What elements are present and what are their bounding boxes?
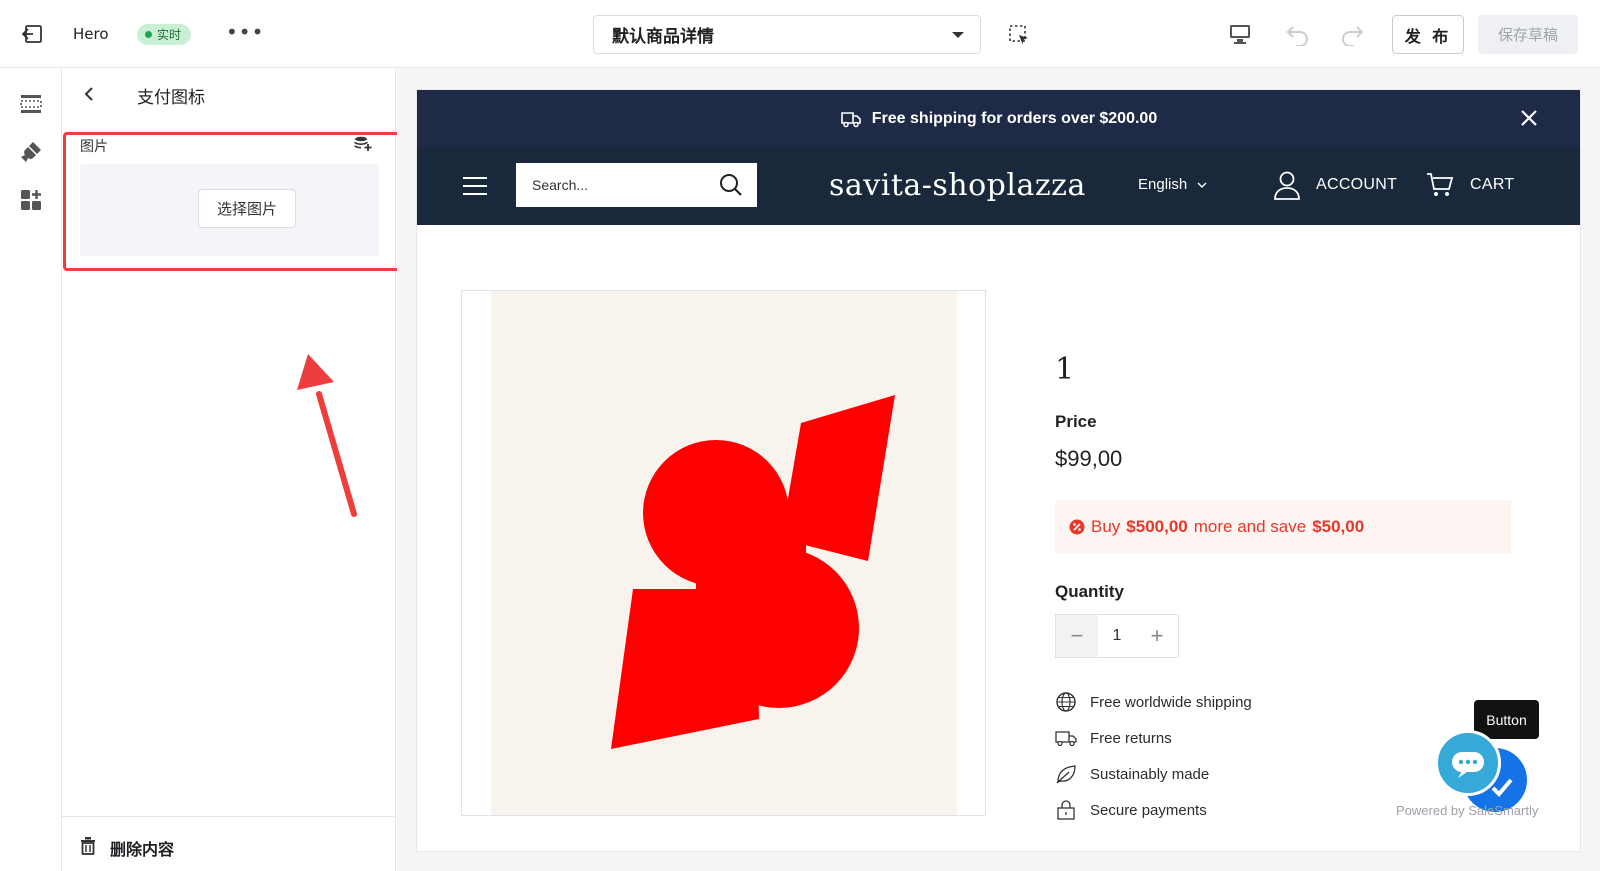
- truck-icon: [1055, 731, 1077, 747]
- quantity-label: Quantity: [1055, 582, 1124, 601]
- back-arrow-icon[interactable]: [82, 85, 98, 103]
- cart-link[interactable]: CART: [1426, 172, 1514, 198]
- product-image[interactable]: [491, 291, 957, 815]
- discount-badge-icon: [1069, 519, 1085, 534]
- store-header: savita-shoplazza English ACCOUNT: [417, 147, 1580, 225]
- save-draft-button[interactable]: 保存草稿: [1478, 15, 1578, 54]
- feature-label: Free returns: [1090, 729, 1172, 747]
- status-badge-label: 实时: [157, 28, 182, 42]
- menu-icon[interactable]: [462, 176, 488, 196]
- preview-canvas: Free shipping for orders over $200.00 sa…: [397, 68, 1600, 871]
- panel-title: 支付图标: [137, 88, 205, 108]
- exit-editor-icon[interactable]: [22, 24, 44, 44]
- language-selector[interactable]: English: [1138, 176, 1207, 193]
- promo-banner: Buy $500,00 more and save $50,00: [1055, 500, 1511, 553]
- feature-label: Secure payments: [1090, 801, 1207, 819]
- list-item: Free returns: [1055, 720, 1252, 756]
- top-toolbar: Hero 实时 ••• 默认商品详情 发 布 保存草稿: [0, 0, 1600, 68]
- sections-icon[interactable]: [19, 92, 43, 116]
- select-element-icon[interactable]: [1008, 24, 1030, 46]
- theme-style-brush-icon[interactable]: [19, 140, 43, 164]
- template-select-value: 默认商品详情: [612, 27, 714, 47]
- promo-saving: $50,00: [1312, 516, 1365, 536]
- promo-threshold: $500,00: [1126, 516, 1188, 536]
- list-item: Free worldwide shipping: [1055, 684, 1252, 720]
- price-label: Price: [1055, 412, 1097, 431]
- account-label: ACCOUNT: [1316, 176, 1398, 193]
- chat-widget[interactable]: [1435, 730, 1531, 812]
- chevron-down-icon: [1197, 182, 1207, 188]
- publish-button[interactable]: 发 布: [1392, 15, 1464, 54]
- promo-middle: more and save: [1193, 516, 1307, 536]
- choose-image-button[interactable]: 选择图片: [198, 189, 296, 228]
- delete-content-button[interactable]: 删除内容: [110, 836, 174, 860]
- status-badge: 实时: [137, 24, 192, 45]
- feature-list: Free worldwide shipping Free returns Sus…: [1055, 684, 1252, 828]
- language-label: English: [1138, 176, 1188, 193]
- settings-panel: 支付图标 图片 选择图片 删除内容: [62, 68, 405, 871]
- list-item: Secure payments: [1055, 792, 1252, 828]
- leaf-icon: [1056, 765, 1076, 784]
- powered-by-label: Powered by SaleSmartly: [1396, 803, 1539, 818]
- decrease-quantity-button[interactable]: −: [1056, 615, 1098, 657]
- image-upload-area[interactable]: 选择图片: [80, 164, 379, 256]
- dynamic-source-icon[interactable]: [354, 136, 372, 152]
- undo-icon[interactable]: [1285, 22, 1311, 46]
- product-title: 1: [1055, 352, 1075, 387]
- quantity-stepper: − 1 +: [1055, 614, 1179, 658]
- image-field-label: 图片: [80, 139, 108, 155]
- feature-label: Sustainably made: [1090, 765, 1210, 783]
- quantity-value[interactable]: 1: [1098, 627, 1136, 645]
- template-select[interactable]: 默认商品详情: [593, 15, 981, 54]
- panel-footer: 删除内容: [62, 816, 396, 871]
- list-item: Sustainably made: [1055, 756, 1252, 792]
- redo-icon[interactable]: [1339, 22, 1365, 46]
- live-dot-icon: [145, 31, 152, 38]
- red-s-logo-icon: [611, 395, 895, 749]
- apps-plugins-icon[interactable]: [19, 188, 43, 212]
- desktop-preview-icon[interactable]: [1228, 23, 1252, 45]
- promo-prefix: Buy: [1091, 516, 1121, 536]
- chat-bubble-icon: [1452, 752, 1484, 778]
- search-box: [516, 163, 757, 207]
- product-gallery: [461, 290, 986, 816]
- section-title: Hero: [73, 25, 109, 43]
- announcement-text: Free shipping for orders over $200.00: [871, 109, 1158, 127]
- more-options-icon[interactable]: •••: [226, 20, 264, 44]
- search-input[interactable]: [532, 177, 702, 193]
- search-icon[interactable]: [719, 173, 743, 197]
- delivery-truck-icon: [840, 111, 861, 127]
- globe-icon: [1056, 692, 1076, 712]
- lock-icon: [1057, 800, 1075, 820]
- close-icon[interactable]: [1520, 109, 1538, 127]
- account-link[interactable]: ACCOUNT: [1272, 170, 1397, 200]
- chat-launcher-button[interactable]: [1435, 730, 1501, 796]
- red-arrow-annotation-icon: [297, 354, 357, 517]
- user-icon: [1274, 171, 1300, 200]
- storefront-preview: Free shipping for orders over $200.00 sa…: [417, 90, 1580, 851]
- feature-label: Free worldwide shipping: [1090, 693, 1252, 711]
- increase-quantity-button[interactable]: +: [1136, 615, 1178, 657]
- cart-icon: [1427, 173, 1454, 196]
- trash-icon[interactable]: [80, 837, 96, 855]
- product-price: $99,00: [1055, 446, 1123, 471]
- left-rail: [0, 68, 62, 871]
- store-logo[interactable]: savita-shoplazza: [829, 168, 1086, 203]
- announcement-bar: Free shipping for orders over $200.00: [417, 90, 1580, 147]
- cart-label: CART: [1470, 176, 1515, 193]
- chevron-down-icon: [952, 31, 964, 38]
